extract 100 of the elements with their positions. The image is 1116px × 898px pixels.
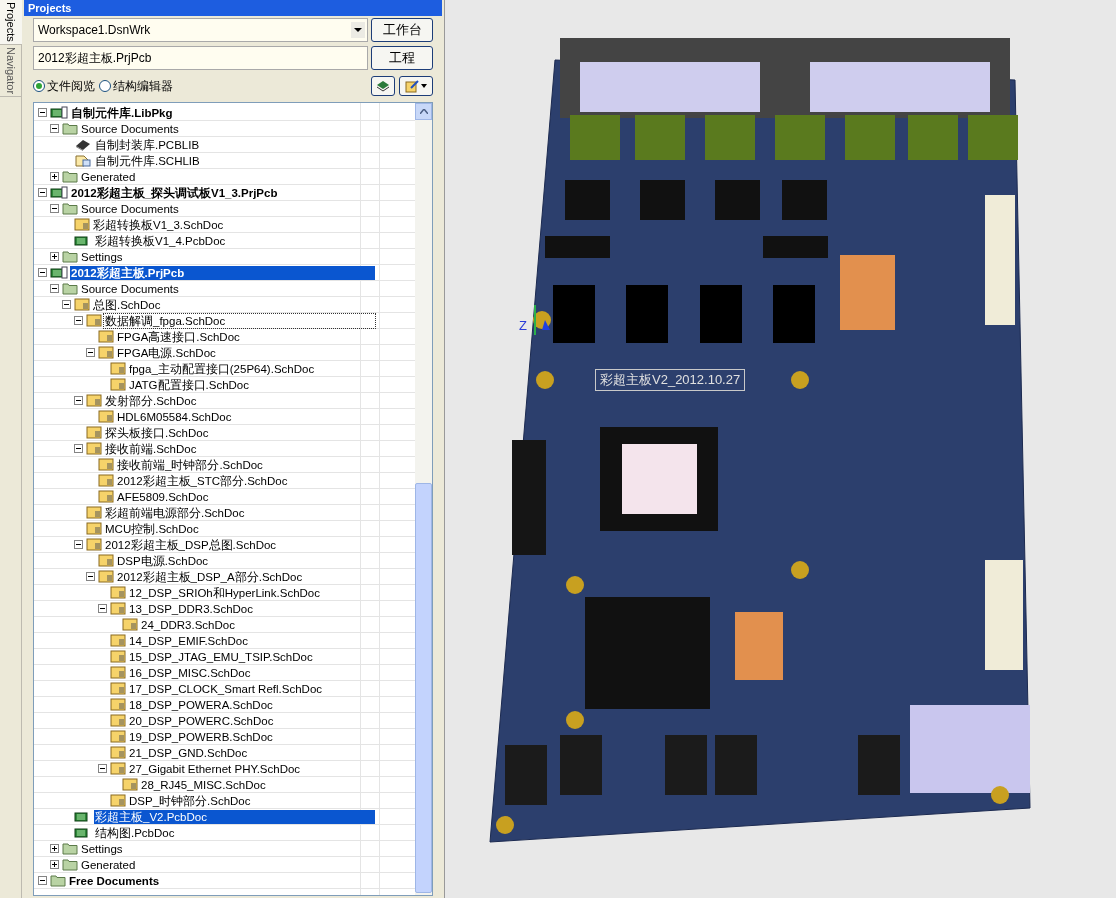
document-icon — [98, 554, 114, 567]
tree-item[interactable]: Source Documents — [80, 201, 180, 216]
document-icon — [98, 346, 114, 359]
project-icon — [50, 186, 68, 199]
collapse-toggle[interactable] — [38, 268, 47, 277]
collapse-toggle[interactable] — [50, 284, 59, 293]
tree-item[interactable]: 2012彩超主板_STC部分.SchDoc — [116, 473, 289, 488]
project-icon — [50, 266, 68, 279]
tree-item[interactable]: Settings — [80, 249, 124, 264]
tree-item[interactable]: Free Documents — [68, 873, 161, 888]
tree-item[interactable]: 自制元件库.SCHLIB — [94, 153, 201, 168]
tree-item[interactable]: 2012彩超主板_探头调试板V1_3.PrjPcb — [70, 185, 279, 200]
collapse-toggle[interactable] — [74, 444, 83, 453]
collapse-toggle[interactable] — [38, 876, 47, 885]
compile-toolbar-button[interactable] — [371, 76, 395, 96]
tree-item[interactable]: FPGA高速接口.SchDoc — [116, 329, 241, 344]
document-icon — [86, 442, 102, 455]
collapse-toggle[interactable] — [98, 604, 107, 613]
tree-item[interactable]: 24_DDR3.SchDoc — [140, 617, 236, 632]
tree-item[interactable]: 发射部分.SchDoc — [104, 393, 198, 408]
document-icon — [74, 298, 90, 311]
project-field[interactable]: 2012彩超主板.PrjPcb — [33, 46, 368, 70]
tree-item[interactable]: 接收前端_时钟部分.SchDoc — [116, 457, 264, 472]
tree-item[interactable]: 自制元件库.LibPkg — [70, 105, 174, 120]
tree-item[interactable]: MCU控制.SchDoc — [104, 521, 200, 536]
expand-toggle[interactable] — [50, 860, 59, 869]
tree-item[interactable]: 2012彩超主板_DSP总图.SchDoc — [104, 537, 278, 552]
document-icon — [86, 426, 102, 439]
document-icon — [74, 218, 90, 231]
tree-item[interactable]: Generated — [80, 169, 137, 184]
tree-item[interactable]: 18_DSP_POWERA.SchDoc — [128, 697, 274, 712]
collapse-toggle[interactable] — [74, 540, 83, 549]
tree-item[interactable]: 16_DSP_MISC.SchDoc — [128, 665, 252, 680]
tree-item[interactable]: JATG配置接口.SchDoc — [128, 377, 250, 392]
tree-item[interactable]: 总图.SchDoc — [92, 297, 162, 312]
tree-item[interactable]: HDL6M05584.SchDoc — [116, 409, 233, 424]
collapse-toggle[interactable] — [38, 188, 47, 197]
collapse-toggle[interactable] — [86, 348, 95, 357]
document-icon — [110, 730, 126, 743]
tree-item[interactable]: 27_Gigabit Ethernet PHY.SchDoc — [128, 761, 302, 776]
tree-item[interactable]: DSP_时钟部分.SchDoc — [128, 793, 252, 808]
board-silkscreen-text: 彩超主板V2_2012.10.27 — [595, 369, 746, 391]
collapse-toggle[interactable] — [62, 300, 71, 309]
tree-item[interactable]: 20_DSP_POWERC.SchDoc — [128, 713, 275, 728]
collapse-toggle[interactable] — [74, 396, 83, 405]
tree-item[interactable]: DSP电源.SchDoc — [116, 553, 210, 568]
tree-item[interactable]: 彩超主板_V2.PcbDoc — [94, 809, 375, 824]
view-radio[interactable]: 文件阅览 — [33, 77, 95, 95]
collapse-toggle[interactable] — [38, 108, 47, 117]
document-icon — [110, 698, 126, 711]
tree-item[interactable]: 接收前端.SchDoc — [104, 441, 198, 456]
tree-item[interactable]: Source Documents — [80, 121, 180, 136]
tree-item[interactable]: 彩超前端电源部分.SchDoc — [104, 505, 246, 520]
tree-item[interactable]: 自制封装库.PCBLIB — [94, 137, 201, 152]
tree-item[interactable]: 数据解调_fpga.SchDoc — [104, 313, 375, 328]
tree-item[interactable]: Settings — [80, 841, 124, 856]
document-icon — [98, 458, 114, 471]
tree-item[interactable]: AFE5809.SchDoc — [116, 489, 210, 504]
tree-item[interactable]: 2012彩超主板.PrjPcb — [70, 265, 375, 280]
tree-item[interactable]: FPGA电源.SchDoc — [116, 345, 217, 360]
workspace-dropdown[interactable]: Workspace1.DsnWrk — [33, 18, 368, 42]
scroll-up-icon — [419, 109, 428, 114]
collapse-toggle[interactable] — [86, 572, 95, 581]
folder-icon — [62, 122, 78, 135]
tree-item[interactable]: 19_DSP_POWERB.SchDoc — [128, 729, 274, 744]
document-icon — [110, 714, 126, 727]
tree-item[interactable]: 15_DSP_JTAG_EMU_TSIP.SchDoc — [128, 649, 314, 664]
document-icon — [110, 362, 126, 375]
collapse-toggle[interactable] — [50, 124, 59, 133]
tree-item[interactable]: 14_DSP_EMIF.SchDoc — [128, 633, 249, 648]
side-tab[interactable]: Projects — [0, 0, 23, 45]
document-icon — [98, 490, 114, 503]
tree-item[interactable]: fpga_主动配置接口(25P64).SchDoc — [128, 361, 316, 376]
document-icon — [110, 746, 126, 759]
tree-item[interactable]: 28_RJ45_MISC.SchDoc — [140, 777, 267, 792]
workspace-button[interactable]: 工作台 — [371, 18, 433, 42]
tree-item[interactable]: 探头板接口.SchDoc — [104, 425, 210, 440]
expand-toggle[interactable] — [50, 252, 59, 261]
tree-item[interactable]: Source Documents — [80, 281, 180, 296]
tree-item[interactable]: 21_DSP_GND.SchDoc — [128, 745, 249, 760]
tree-item[interactable]: 13_DSP_DDR3.SchDoc — [128, 601, 254, 616]
tree-item[interactable]: Generated — [80, 857, 137, 872]
tree-item[interactable]: 2012彩超主板_DSP_A部分.SchDoc — [116, 569, 304, 584]
project-button[interactable]: 工程 — [371, 46, 433, 70]
scrollbar[interactable] — [415, 103, 432, 895]
tree-item[interactable]: 12_DSP_SRIOh和HyperLink.SchDoc — [128, 585, 321, 600]
expand-toggle[interactable] — [50, 844, 59, 853]
collapse-toggle[interactable] — [50, 204, 59, 213]
collapse-toggle[interactable] — [74, 316, 83, 325]
document-menu-button[interactable] — [399, 76, 433, 96]
tree-item[interactable]: 彩超转换板V1_3.SchDoc — [92, 217, 225, 232]
view-radio[interactable]: 结构编辑器 — [99, 77, 173, 95]
tree-item[interactable]: 17_DSP_CLOCK_Smart Refl.SchDoc — [128, 681, 324, 696]
document-icon — [98, 570, 114, 583]
document-icon — [86, 314, 102, 327]
expand-toggle[interactable] — [50, 172, 59, 181]
collapse-toggle[interactable] — [98, 764, 107, 773]
document-icon — [110, 586, 126, 599]
tree-item[interactable]: 结构图.PcbDoc — [94, 825, 176, 840]
tree-item[interactable]: 彩超转换板V1_4.PcbDoc — [94, 233, 227, 248]
